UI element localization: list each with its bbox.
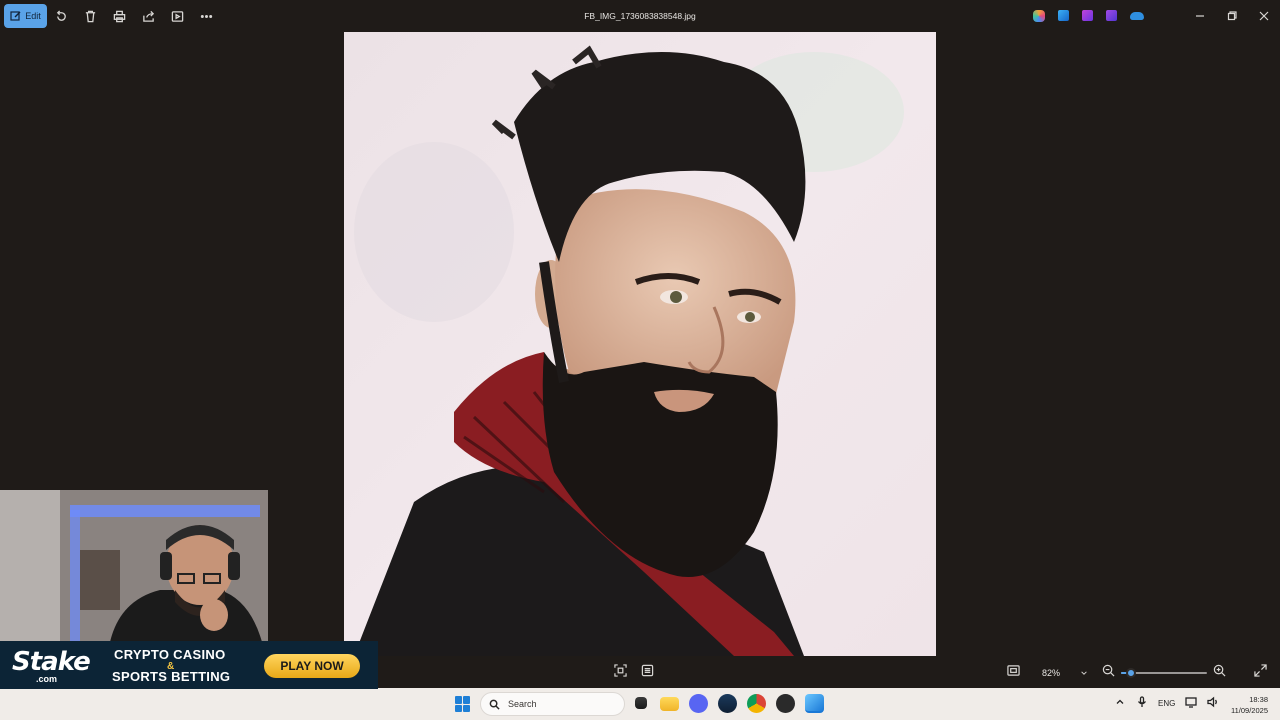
system-tray: ENG (1114, 696, 1219, 710)
language-indicator[interactable]: ENG (1158, 699, 1175, 708)
zoom-slider-thumb[interactable] (1126, 668, 1137, 678)
stake-logo: Stake (12, 647, 91, 677)
copilot-icon[interactable] (1033, 10, 1045, 22)
restore-icon (1227, 11, 1237, 21)
clock-time: 18:38 (1249, 695, 1268, 704)
close-icon (1259, 11, 1269, 21)
folder-icon[interactable] (660, 697, 679, 711)
banner-line-2: SPORTS BETTING (112, 669, 231, 684)
designer-icon[interactable] (1106, 10, 1117, 21)
zoom-value: 82% (1042, 668, 1061, 678)
window-controls (1184, 0, 1280, 32)
steam-icon[interactable] (718, 694, 737, 713)
full-screen-button[interactable] (1254, 664, 1267, 682)
stake-logo-sub: .com (36, 674, 58, 684)
app-shortcuts (1033, 8, 1144, 22)
fit-to-window-button[interactable] (614, 664, 627, 682)
display-icon[interactable] (1185, 696, 1197, 710)
banner-line-1: CRYPTO CASINO (114, 647, 226, 662)
windows-logo-tile (463, 696, 470, 704)
view-controls (614, 664, 654, 682)
play-now-button[interactable]: PLAY NOW (264, 654, 360, 678)
actual-size-icon (1007, 665, 1020, 676)
close-button[interactable] (1248, 0, 1280, 32)
zoom-in-button[interactable] (1213, 664, 1226, 682)
fit-window-icon (614, 664, 627, 677)
webcam-overlay (0, 490, 268, 642)
photos-icon[interactable] (1058, 10, 1069, 21)
actual-size-button[interactable] (1007, 664, 1020, 682)
clock-date: 11/09/2025 (1231, 706, 1268, 715)
webcam-feed (0, 490, 268, 642)
start-button[interactable] (455, 696, 471, 712)
minimize-icon (1196, 15, 1204, 17)
microphone-icon[interactable] (1136, 696, 1148, 710)
chrome-icon[interactable] (747, 694, 766, 713)
search-icon (489, 699, 500, 710)
zoom-dropdown[interactable]: 82% (1032, 662, 1094, 684)
stake-ad-banner[interactable]: Stake .com CRYPTO CASINO & SPORTS BETTIN… (0, 641, 378, 689)
taskbar-clock[interactable]: 18:38 11/09/2025 (1231, 694, 1268, 716)
expand-icon (1254, 664, 1267, 677)
chevron-down-icon (1081, 671, 1087, 675)
chevron-up-icon[interactable] (1114, 696, 1126, 710)
zoom-controls: 82% (1007, 662, 1267, 684)
zoom-out-icon (1102, 664, 1115, 677)
minimize-button[interactable] (1184, 0, 1216, 32)
windows-logo-tile (463, 704, 470, 712)
taskbar-apps (632, 694, 824, 713)
windows-logo-tile (455, 704, 462, 712)
film-strip-icon (641, 664, 654, 677)
film-strip-button[interactable] (641, 664, 654, 682)
title-bar: Edit FB_IMG_1736083838548.jpg (0, 0, 1280, 32)
restore-button[interactable] (1216, 0, 1248, 32)
zoom-slider[interactable] (1121, 666, 1207, 680)
windows-taskbar: Search ENG 18:38 11/09/2025 (0, 688, 1280, 720)
file-explorer-icon[interactable] (635, 697, 647, 709)
windows-logo-icon (455, 696, 462, 704)
zoom-in-icon (1213, 664, 1226, 677)
search-placeholder: Search (508, 699, 537, 709)
onedrive-icon[interactable] (1130, 12, 1144, 20)
photo-image (344, 32, 936, 656)
taskbar-search[interactable]: Search (480, 692, 625, 716)
media-app-icon[interactable] (776, 694, 795, 713)
discord-icon[interactable] (689, 694, 708, 713)
zoom-out-button[interactable] (1102, 664, 1115, 682)
volume-icon[interactable] (1207, 696, 1219, 710)
photo-canvas[interactable] (344, 32, 936, 656)
clipchamp-icon[interactable] (1082, 10, 1093, 21)
photos-taskbar-icon[interactable] (805, 694, 824, 713)
